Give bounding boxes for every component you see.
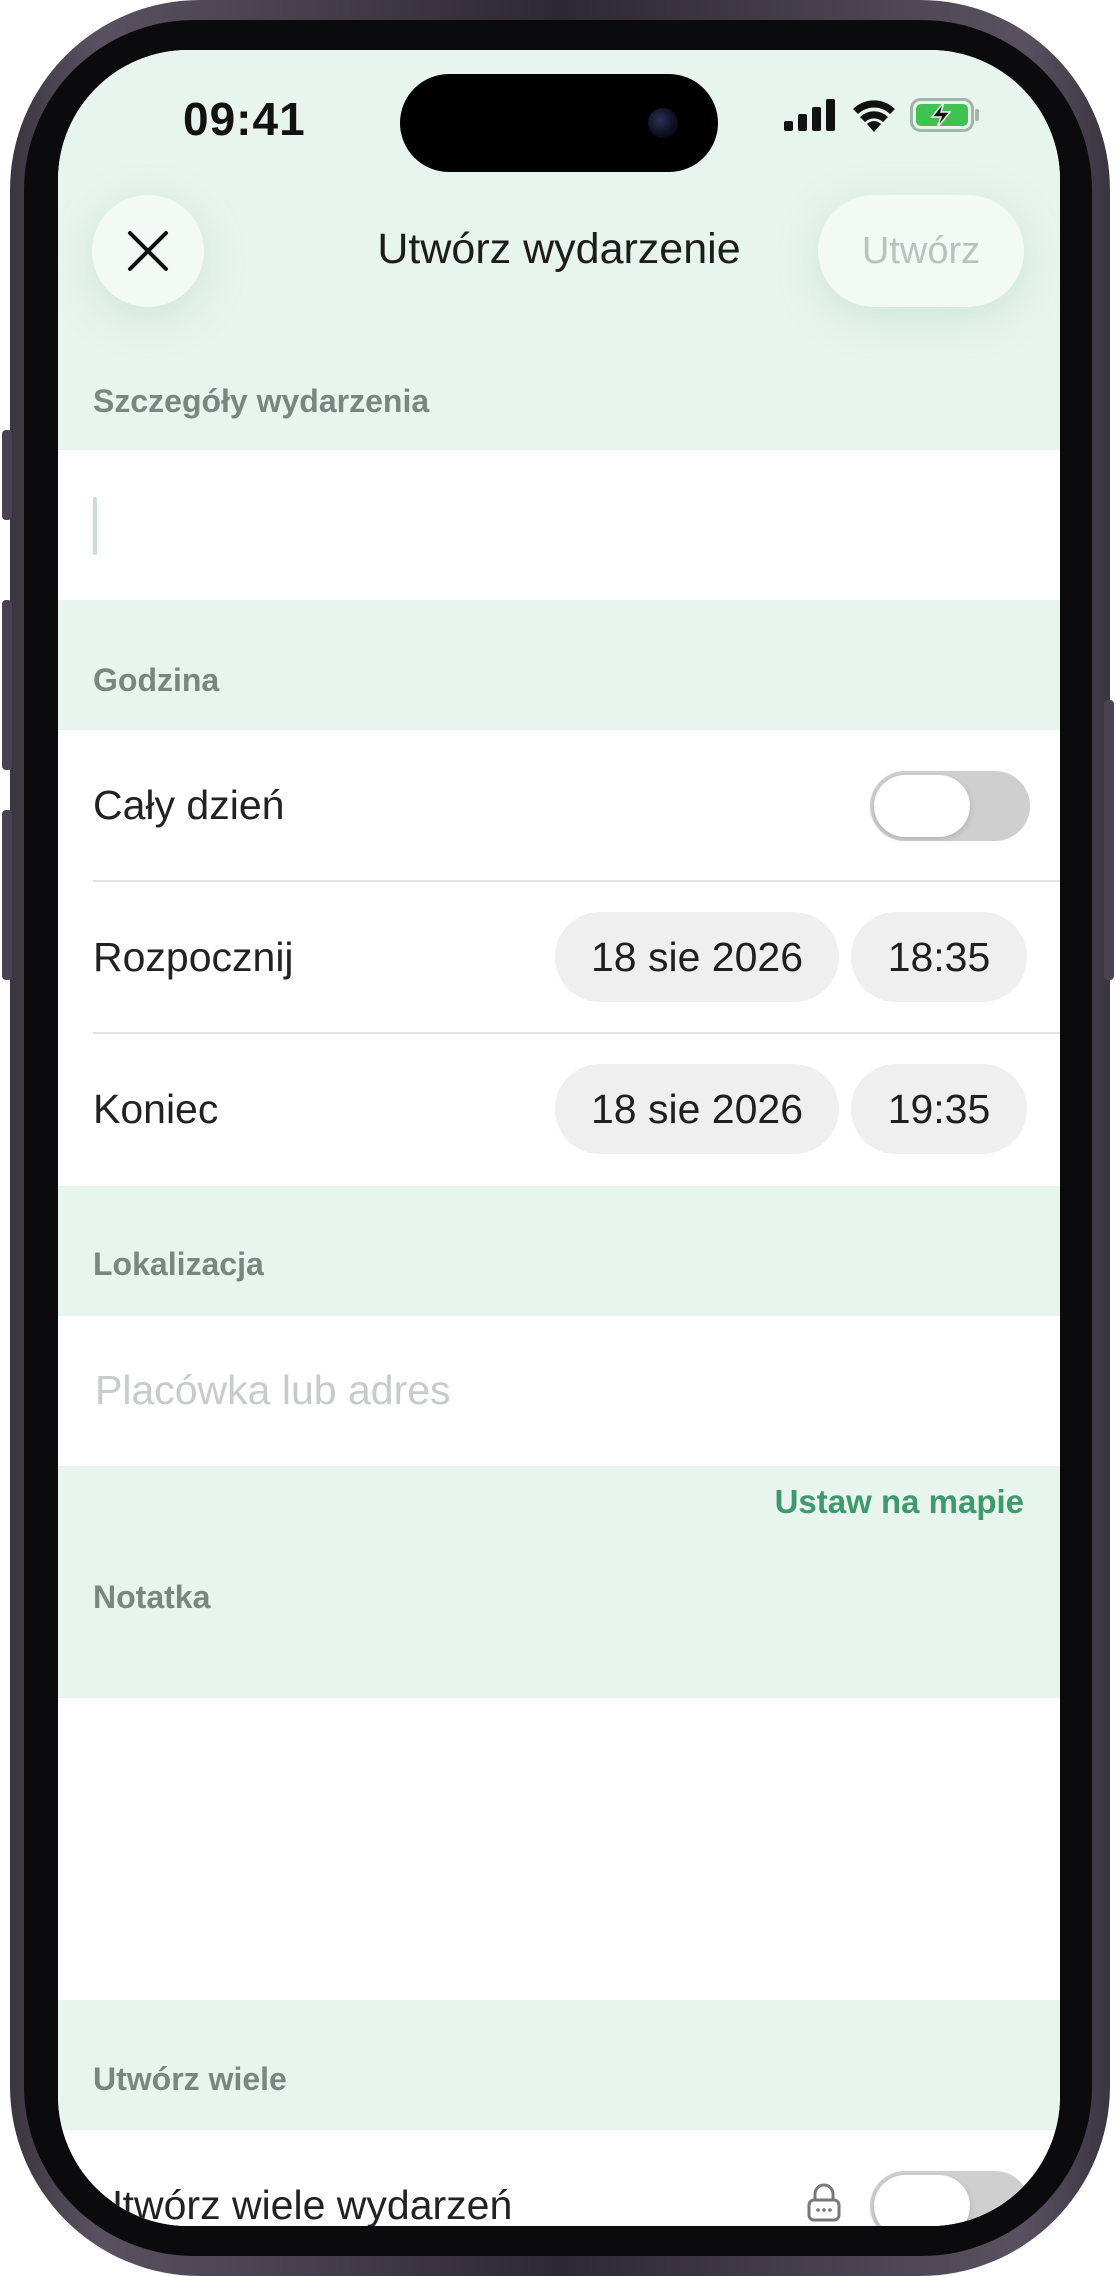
multiple-toggle[interactable]: [870, 2171, 1030, 2226]
note-textarea[interactable]: [93, 1728, 1023, 1968]
section-label-multiple: Utwórz wiele: [93, 2061, 287, 2097]
front-camera: [648, 108, 678, 138]
section-label-details: Szczegóły wydarzenia: [93, 383, 430, 419]
status-time: 09:41: [183, 93, 306, 145]
section-header-time: Godzina: [58, 600, 1060, 730]
end-time-chip[interactable]: 19:35: [851, 1064, 1027, 1154]
section-label-note: Notatka: [93, 1579, 211, 1615]
multiple-label: Utwórz wiele wydarzeń: [93, 2182, 513, 2226]
event-title-input[interactable]: [93, 490, 1023, 562]
dynamic-island: [400, 74, 718, 172]
header-area: 09:41 Utwórz wydarzenie Utwórz Szczegóły…: [58, 50, 1060, 450]
set-on-map-link[interactable]: Ustaw na mapie: [775, 1483, 1024, 1521]
action-button: [2, 430, 12, 520]
all-day-toggle[interactable]: [870, 771, 1030, 841]
section-label-location: Lokalizacja: [93, 1246, 264, 1282]
section-header-multiple: Utwórz wiele: [58, 2000, 1060, 2130]
screen: 09:41 Utwórz wydarzenie Utwórz Szczegóły…: [58, 50, 1060, 2226]
wifi-icon: [853, 100, 895, 132]
section-label-time: Godzina: [93, 662, 220, 698]
end-row: Koniec 18 sie 2026 19:35: [58, 1034, 1060, 1186]
location-input[interactable]: [93, 1354, 1023, 1426]
multiple-row: Utwórz wiele wydarzeń: [58, 2130, 1060, 2226]
battery-charging-icon: [910, 98, 979, 132]
section-header-location: Lokalizacja: [58, 1186, 1060, 1316]
location-row: [58, 1316, 1060, 1466]
power-button: [1104, 700, 1114, 980]
status-icons: [784, 98, 980, 132]
lock-icon: [807, 2183, 841, 2222]
toggle-knob: [874, 775, 970, 837]
end-date-chip[interactable]: 18 sie 2026: [555, 1064, 839, 1154]
toggle-knob: [874, 2175, 970, 2226]
note-row: [58, 1698, 1060, 2000]
start-date-chip[interactable]: 18 sie 2026: [555, 912, 839, 1002]
cellular-signal-icon: [784, 99, 835, 131]
all-day-label: Cały dzień: [93, 782, 285, 828]
event-title-row: [58, 450, 1060, 600]
section-header-note: Ustaw na mapie Notatka: [58, 1466, 1060, 1698]
end-label: Koniec: [93, 1086, 219, 1132]
volume-up-button: [2, 600, 12, 770]
all-day-row: Cały dzień: [58, 730, 1060, 882]
start-label: Rozpocznij: [93, 934, 294, 980]
start-time-chip[interactable]: 18:35: [851, 912, 1027, 1002]
volume-down-button: [2, 810, 12, 980]
create-button[interactable]: Utwórz: [818, 195, 1024, 307]
start-row: Rozpocznij 18 sie 2026 18:35: [58, 882, 1060, 1034]
